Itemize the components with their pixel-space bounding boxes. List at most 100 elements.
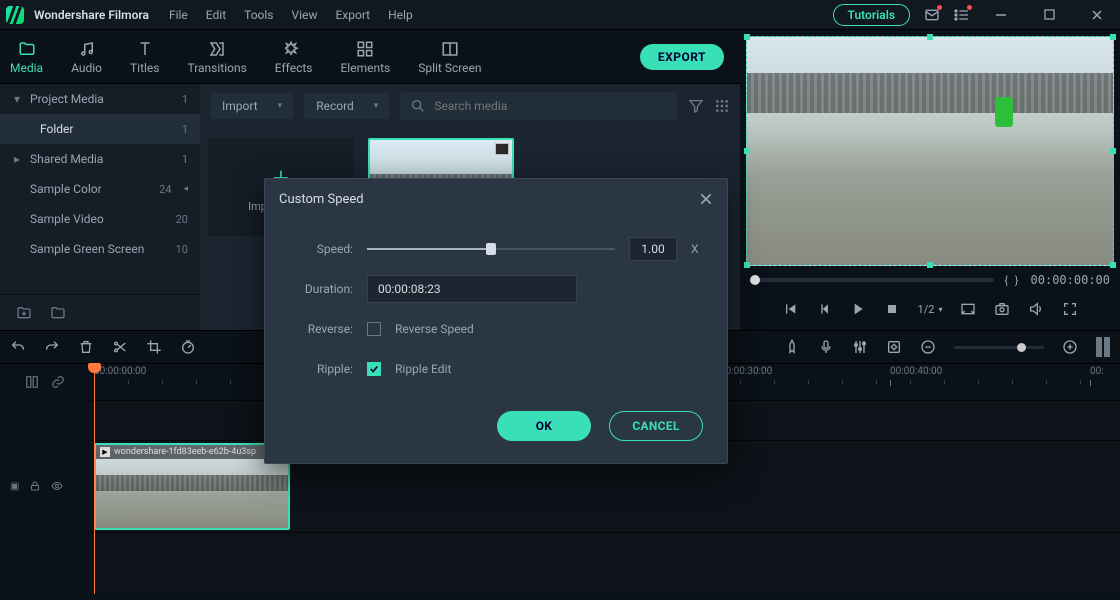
mode-media[interactable]: Media <box>10 38 43 75</box>
redo-icon[interactable] <box>44 339 60 355</box>
chevron-down-icon: ▾ <box>12 92 22 106</box>
voiceover-icon[interactable] <box>818 339 834 355</box>
window-close[interactable] <box>1080 0 1114 30</box>
speed-label: Speed: <box>289 242 353 256</box>
chevron-down-icon: ▾ <box>374 101 379 111</box>
delete-icon[interactable] <box>78 339 94 355</box>
preview-markers: { } <box>1004 274 1020 287</box>
lock-icon[interactable] <box>29 480 41 492</box>
menu-file[interactable]: File <box>169 8 188 22</box>
duration-input[interactable]: 00:00:08:23 <box>367 275 577 303</box>
new-folder-icon[interactable] <box>16 305 32 321</box>
ripple-cb-label: Ripple Edit <box>395 362 451 376</box>
ripple-checkbox[interactable] <box>367 362 381 376</box>
stop-icon[interactable] <box>884 301 900 317</box>
duration-label: Duration: <box>289 282 353 296</box>
search-icon <box>410 98 426 114</box>
keyframe-icon[interactable] <box>886 339 902 355</box>
reverse-checkbox[interactable] <box>367 322 381 336</box>
marker-icon[interactable] <box>784 339 800 355</box>
mode-elements[interactable]: Elements <box>340 38 390 75</box>
timeline-clip[interactable]: ▶ wondershare-1fd83eeb-e62b-4u3sp <box>94 443 290 530</box>
speed-x-suffix: X <box>691 242 703 256</box>
sidebar-item-shared-media[interactable]: ▸ Shared Media 1 <box>0 144 200 174</box>
preview-timecode: 00:00:00:00 <box>1031 273 1110 287</box>
quality-icon[interactable] <box>960 301 976 317</box>
project-sidebar: ▾ Project Media 1 Folder 1 ▸ Shared Medi… <box>0 84 200 330</box>
messages-icon[interactable] <box>924 7 940 23</box>
cancel-button[interactable]: CANCEL <box>609 411 703 441</box>
menu-export[interactable]: Export <box>335 8 370 22</box>
play-icon[interactable] <box>850 301 866 317</box>
timeline-zoom-slider[interactable] <box>954 346 1044 349</box>
undo-icon[interactable] <box>10 339 26 355</box>
sidebar-item-project-media[interactable]: ▾ Project Media 1 <box>0 84 200 114</box>
clip-play-icon: ▶ <box>100 447 110 457</box>
menu-edit[interactable]: Edit <box>206 8 226 22</box>
app-logo <box>6 6 24 24</box>
speed-slider[interactable] <box>367 248 615 250</box>
snapshot-icon[interactable] <box>994 301 1010 317</box>
reverse-label: Reverse: <box>289 322 353 336</box>
track-manager-icon[interactable] <box>25 375 39 389</box>
preview-zoom-select[interactable]: 1/2▾ <box>918 303 943 316</box>
dialog-close-button[interactable] <box>699 192 713 206</box>
mode-transitions[interactable]: Transitions <box>187 38 246 75</box>
sidebar-item-sample-video[interactable]: Sample Video 20 <box>0 204 200 234</box>
zoom-out-icon[interactable] <box>920 339 936 355</box>
tasks-icon[interactable] <box>954 7 970 23</box>
visibility-icon[interactable] <box>51 480 63 492</box>
grid-view-icon[interactable] <box>714 98 730 114</box>
mode-effects[interactable]: Effects <box>275 38 313 75</box>
zoom-in-icon[interactable] <box>1062 339 1078 355</box>
link-toggle-icon[interactable] <box>51 375 65 389</box>
custom-speed-dialog: Custom Speed Speed: 1.00 X Duration: 00:… <box>264 178 728 464</box>
speed-value-input[interactable]: 1.00 <box>629 237 677 261</box>
preview-panel: { } 00:00:00:00 1/2▾ <box>740 30 1120 330</box>
step-back-icon[interactable] <box>816 301 832 317</box>
folder-icon[interactable] <box>50 305 66 321</box>
chevron-down-icon: ▾ <box>278 101 283 111</box>
speed-icon[interactable] <box>180 339 196 355</box>
split-icon[interactable] <box>112 339 128 355</box>
window-maximize[interactable] <box>1032 0 1066 30</box>
window-minimize[interactable] <box>984 0 1018 30</box>
search-input[interactable] <box>434 99 668 113</box>
audio-mixer-icon[interactable] <box>852 339 868 355</box>
track-height-icon[interactable] <box>1096 337 1110 357</box>
mode-tabs: Media Audio Titles Transitions Effects <box>0 30 740 84</box>
filter-icon[interactable] <box>688 98 704 114</box>
menu-help[interactable]: Help <box>388 8 413 22</box>
preview-canvas[interactable] <box>746 36 1114 266</box>
prev-frame-icon[interactable] <box>782 301 798 317</box>
sidebar-item-sample-green[interactable]: Sample Green Screen 10 <box>0 234 200 264</box>
clip-filename: wondershare-1fd83eeb-e62b-4u3sp <box>114 447 256 457</box>
preview-seek-slider[interactable] <box>750 278 994 282</box>
import-dropdown[interactable]: Import▾ <box>210 93 294 119</box>
menu-view[interactable]: View <box>292 8 318 22</box>
chevron-right-icon: ▸ <box>12 152 22 166</box>
volume-icon[interactable] <box>1028 301 1044 317</box>
main-menu: File Edit Tools View Export Help <box>169 8 413 22</box>
mode-audio[interactable]: Audio <box>71 38 102 75</box>
mode-titles[interactable]: Titles <box>130 38 159 75</box>
fullscreen-icon[interactable] <box>1062 301 1078 317</box>
titlebar: Wondershare Filmora File Edit Tools View… <box>0 0 1120 30</box>
sidebar-item-folder[interactable]: Folder 1 <box>0 114 200 144</box>
tutorials-button[interactable]: Tutorials <box>833 4 910 26</box>
reverse-cb-label: Reverse Speed <box>395 322 474 336</box>
search-media[interactable] <box>400 92 678 120</box>
track-head-video1[interactable]: ▣ <box>0 440 90 532</box>
crop-icon[interactable] <box>146 339 162 355</box>
clip-marker-icon <box>495 143 509 155</box>
mode-split-screen[interactable]: Split Screen <box>418 38 481 75</box>
chevron-left-icon: ◂ <box>183 184 188 194</box>
record-dropdown[interactable]: Record▾ <box>304 93 390 119</box>
export-button[interactable]: EXPORT <box>640 44 724 70</box>
sidebar-item-sample-color[interactable]: Sample Color 24 ◂ <box>0 174 200 204</box>
ripple-label: Ripple: <box>289 362 353 376</box>
playhead[interactable] <box>94 364 95 594</box>
dialog-title: Custom Speed <box>279 192 364 207</box>
menu-tools[interactable]: Tools <box>244 8 273 22</box>
ok-button[interactable]: OK <box>497 411 591 441</box>
